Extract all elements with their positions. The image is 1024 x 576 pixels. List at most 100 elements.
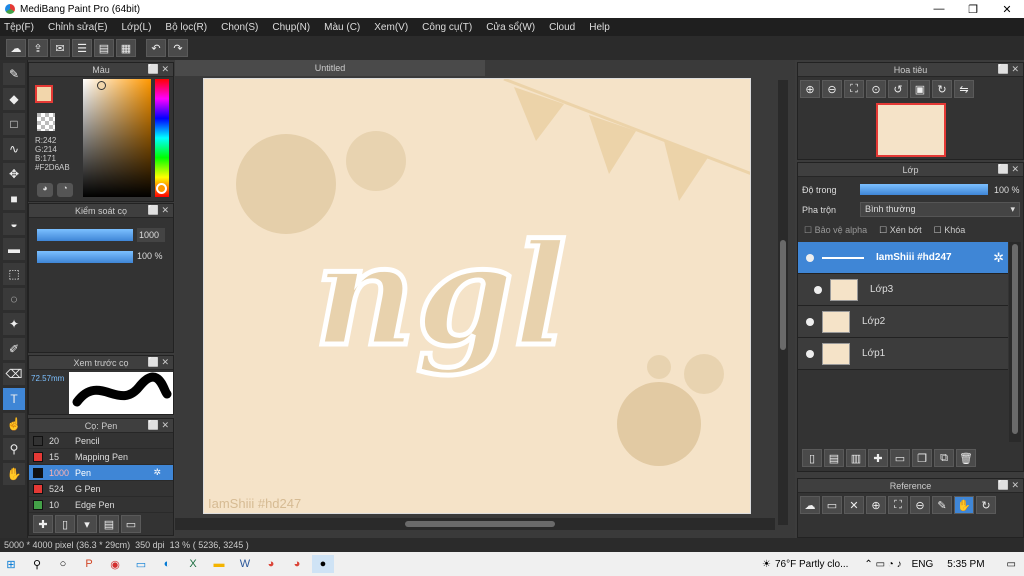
grid-icon[interactable]: ▦	[116, 39, 136, 57]
rotate-left-icon[interactable]: ↺	[888, 80, 908, 98]
select-pen-icon[interactable]: ✐	[3, 338, 25, 360]
zoom-out-icon[interactable]: ⊖	[910, 496, 930, 514]
panel-close-icon[interactable]: ⬜ ✕	[148, 205, 169, 216]
menu-window[interactable]: Cửa sổ(W)	[486, 22, 535, 33]
panel-close-icon[interactable]: ⬜ ✕	[148, 420, 169, 431]
folder-icon[interactable]: ▭	[121, 515, 141, 533]
panel-close-icon[interactable]: ⬜ ✕	[998, 480, 1019, 491]
zoom-out-icon[interactable]: ⊖	[822, 80, 842, 98]
menu-help[interactable]: Help	[589, 22, 610, 33]
transparent-swatch[interactable]	[37, 113, 55, 131]
eyedropper-icon[interactable]: ⚲	[3, 438, 25, 460]
clipping-checkbox[interactable]: ☐ Xén bớt	[879, 225, 922, 236]
vertical-scrollbar[interactable]	[778, 80, 788, 525]
zoom-in-icon[interactable]: ⊕	[866, 496, 886, 514]
powerpoint-icon[interactable]: P	[78, 555, 100, 573]
brush-item[interactable]: 15 Mapping Pen	[29, 449, 173, 465]
language-indicator[interactable]: ENG	[912, 559, 934, 570]
bucket-tool-icon[interactable]: ◒	[3, 213, 25, 235]
zoom-in-icon[interactable]: ⊕	[800, 80, 820, 98]
eraser-tool-icon[interactable]: ◆	[3, 88, 25, 110]
brush-size-value[interactable]: 1000	[137, 228, 165, 242]
brush-item[interactable]: 10 Edge Pen	[29, 497, 173, 513]
saturation-value-picker[interactable]	[83, 79, 151, 197]
close-icon[interactable]: ✕	[844, 496, 864, 514]
color-set-icon[interactable]: ◔	[57, 183, 73, 197]
panel-close-icon[interactable]: ⬜ ✕	[148, 64, 169, 75]
operation-tool-icon[interactable]: ☝	[3, 413, 25, 435]
actual-size-icon[interactable]: ⊙	[866, 80, 886, 98]
menu-view[interactable]: Xem(V)	[374, 22, 408, 33]
app-icon[interactable]: ◉	[104, 555, 126, 573]
menu-cloud[interactable]: Cloud	[549, 22, 575, 33]
menu-filter[interactable]: Bộ lọc(R)	[165, 22, 207, 33]
brush-copy-icon[interactable]: ▤	[99, 515, 119, 533]
panel-close-icon[interactable]: ⬜ ✕	[998, 164, 1019, 175]
rotate-icon[interactable]: ↻	[976, 496, 996, 514]
monitor-icon[interactable]: ▭	[130, 555, 152, 573]
list-icon[interactable]: ▤	[94, 39, 114, 57]
text-tool-icon[interactable]: T	[3, 388, 25, 410]
brush-opacity-slider[interactable]	[37, 251, 133, 263]
chrome-icon[interactable]: ◕	[286, 555, 308, 573]
gear-icon[interactable]: ✲	[993, 250, 1004, 266]
menu-edit[interactable]: Chỉnh sửa(E)	[48, 22, 108, 33]
notification-icon[interactable]: ▭	[1007, 559, 1016, 570]
chat-icon[interactable]: ☰	[72, 39, 92, 57]
foreground-color-swatch[interactable]	[35, 85, 53, 103]
layer-row-selected[interactable]: IamShiii #hd247 ✲	[798, 242, 1008, 274]
file-explorer-icon[interactable]: ▬	[208, 555, 230, 573]
menu-color[interactable]: Màu (C)	[324, 22, 360, 33]
select-rect-icon[interactable]: ⬚	[3, 263, 25, 285]
layer-scrollbar[interactable]	[1009, 242, 1021, 442]
menu-snap[interactable]: Chụp(N)	[272, 22, 310, 33]
hand-icon[interactable]: ✋	[954, 496, 974, 514]
menu-select[interactable]: Chọn(S)	[221, 22, 258, 33]
lasso-icon[interactable]: ◌	[3, 288, 25, 310]
medibang-icon[interactable]: ●	[312, 555, 334, 573]
cloud-icon[interactable]: ☁	[6, 39, 26, 57]
delete-layer-icon[interactable]: 🗑	[956, 449, 976, 467]
protect-alpha-checkbox[interactable]: ☐ Bảo vệ alpha	[804, 225, 867, 236]
brush-size-slider[interactable]	[37, 229, 133, 241]
weather-icon[interactable]: ☀	[762, 559, 771, 570]
redo-button[interactable]: ↷	[168, 39, 188, 57]
layer-row[interactable]: Lớp2	[798, 306, 1008, 338]
new-halftone-icon[interactable]: ▤	[824, 449, 844, 467]
panel-close-icon[interactable]: ⬜ ✕	[148, 357, 169, 368]
search-icon[interactable]: ⚲	[26, 555, 48, 573]
duplicate-layer-icon[interactable]: ❐	[912, 449, 932, 467]
open-file-icon[interactable]: ▭	[822, 496, 842, 514]
curve-tool-icon[interactable]: ∿	[3, 138, 25, 160]
clock[interactable]: 5:35 PM	[947, 559, 984, 570]
comment-icon[interactable]: ✉	[50, 39, 70, 57]
brush-tool-icon[interactable]: ✎	[3, 63, 25, 85]
fit-icon[interactable]: ⛶	[888, 496, 908, 514]
undo-button[interactable]: ↶	[146, 39, 166, 57]
shape-tool-icon[interactable]: □	[3, 113, 25, 135]
fit-icon[interactable]: ⛶	[844, 80, 864, 98]
flip-icon[interactable]: ⇋	[954, 80, 974, 98]
new-brush-icon[interactable]: ▯	[55, 515, 75, 533]
add-brush-icon[interactable]: ✚	[33, 515, 53, 533]
layer-row[interactable]: Lớp3	[798, 274, 1008, 306]
palette-icon[interactable]: ◕	[37, 183, 53, 197]
maximize-button[interactable]: ❐	[956, 0, 990, 18]
edge-icon[interactable]: ◐	[156, 555, 178, 573]
panel-close-icon[interactable]: ⬜ ✕	[998, 64, 1019, 75]
add-layer-menu-icon[interactable]: ✚	[868, 449, 888, 467]
brush-menu-icon[interactable]: ▾	[77, 515, 97, 533]
move-tool-icon[interactable]: ✥	[3, 163, 25, 185]
gear-icon[interactable]: ✲	[153, 467, 161, 478]
upload-icon[interactable]: ⇪	[28, 39, 48, 57]
brush-item-selected[interactable]: 1000 Pen ✲	[29, 465, 173, 481]
minimize-button[interactable]: —	[922, 0, 956, 18]
merge-layer-icon[interactable]: ⧉	[934, 449, 954, 467]
brush-item[interactable]: 524 G Pen	[29, 481, 173, 497]
folder-icon[interactable]: ▭	[890, 449, 910, 467]
hand-tool-icon[interactable]: ✋	[3, 463, 25, 485]
weather-text[interactable]: 76°F Partly clo...	[775, 559, 848, 570]
select-eraser-icon[interactable]: ⌫	[3, 363, 25, 385]
fill-rect-icon[interactable]: ■	[3, 188, 25, 210]
excel-icon[interactable]: X	[182, 555, 204, 573]
